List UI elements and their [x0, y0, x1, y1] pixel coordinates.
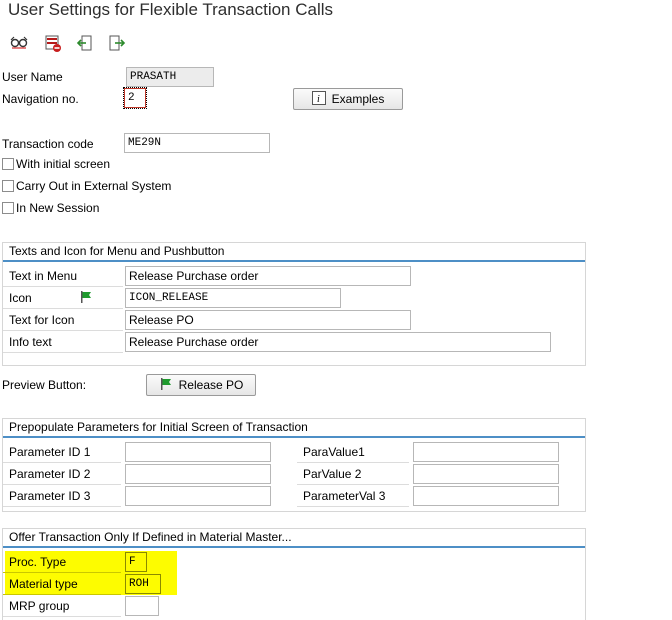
navigation-no-label: Navigation no.	[2, 92, 79, 106]
release-po-preview-button[interactable]: Release PO	[146, 374, 256, 396]
material-type-label: Material type	[3, 573, 121, 595]
text-for-icon-input[interactable]: Release PO	[125, 310, 411, 330]
parameter-id-3-label: Parameter ID 3	[3, 485, 121, 507]
material-master-group-title: Offer Transaction Only If Defined in Mat…	[3, 529, 585, 548]
with-initial-screen-checkbox[interactable]	[2, 158, 14, 170]
par-value-2-input[interactable]	[413, 464, 559, 484]
texts-icon-group-title: Texts and Icon for Menu and Pushbutton	[3, 243, 585, 262]
svg-text:i: i	[317, 94, 320, 105]
carry-out-external-label: Carry Out in External System	[16, 179, 172, 193]
green-flag-icon	[159, 377, 173, 394]
prepopulate-params-group: Prepopulate Parameters for Initial Scree…	[2, 418, 586, 512]
green-flag-icon	[79, 290, 93, 304]
mrp-group-input[interactable]	[125, 596, 159, 616]
parameter-val-3-label: ParameterVal 3	[297, 485, 409, 507]
transaction-code-label: Transaction code	[2, 137, 94, 151]
toolbar	[0, 28, 672, 58]
exit-icon[interactable]	[106, 32, 128, 54]
page-title: User Settings for Flexible Transaction C…	[8, 0, 334, 19]
glasses-icon[interactable]	[8, 32, 30, 54]
user-name-field: PRASATH	[126, 67, 214, 87]
material-type-input[interactable]: ROH	[125, 574, 161, 594]
user-name-label: User Name	[2, 70, 63, 84]
info-icon: i	[311, 90, 326, 108]
icon-input[interactable]: ICON_RELEASE	[125, 288, 341, 308]
parameter-id-3-input[interactable]	[125, 486, 271, 506]
prepopulate-params-group-title: Prepopulate Parameters for Initial Scree…	[3, 419, 585, 438]
para-value-1-label: ParaValue1	[297, 441, 409, 463]
proc-type-input[interactable]: F	[125, 552, 147, 572]
proc-type-label: Proc. Type	[3, 551, 121, 573]
transaction-code-input[interactable]: ME29N	[124, 133, 270, 153]
material-master-group: Offer Transaction Only If Defined in Mat…	[2, 528, 586, 620]
icon-label: Icon	[3, 287, 123, 309]
back-icon[interactable]	[74, 32, 96, 54]
text-in-menu-input[interactable]: Release Purchase order	[125, 266, 411, 286]
para-value-1-input[interactable]	[413, 442, 559, 462]
info-text-label: Info text	[3, 331, 123, 353]
text-in-menu-label: Text in Menu	[3, 265, 123, 287]
parameter-id-2-input[interactable]	[125, 464, 271, 484]
par-value-2-label: ParValue 2	[297, 463, 409, 485]
examples-label: Examples	[331, 92, 385, 106]
with-initial-screen-label: With initial screen	[16, 157, 111, 171]
navigation-no-input[interactable]: 2	[123, 87, 147, 109]
examples-button[interactable]: i Examples	[293, 88, 403, 110]
in-new-session-checkbox[interactable]	[2, 202, 14, 214]
in-new-session-label: In New Session	[16, 201, 100, 215]
parameter-id-1-input[interactable]	[125, 442, 271, 462]
delete-icon[interactable]	[42, 32, 64, 54]
preview-button-label: Preview Button:	[2, 378, 87, 392]
mrp-group-label: MRP group	[3, 595, 121, 617]
info-text-input[interactable]: Release Purchase order	[125, 332, 551, 352]
texts-icon-group: Texts and Icon for Menu and Pushbutton T…	[2, 242, 586, 366]
parameter-id-1-label: Parameter ID 1	[3, 441, 121, 463]
parameter-val-3-input[interactable]	[413, 486, 559, 506]
parameter-id-2-label: Parameter ID 2	[3, 463, 121, 485]
text-for-icon-label: Text for Icon	[3, 309, 123, 331]
release-po-label: Release PO	[178, 378, 244, 392]
carry-out-external-checkbox[interactable]	[2, 180, 14, 192]
